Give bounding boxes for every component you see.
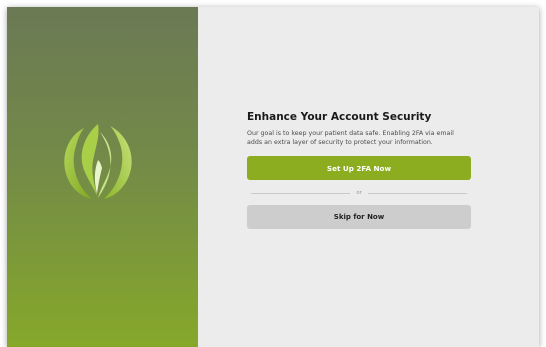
page-title: Enhance Your Account Security <box>247 111 432 123</box>
content-panel: Enhance Your Account Security Our goal i… <box>198 7 539 347</box>
skip-button[interactable]: Skip for Now <box>247 205 471 229</box>
security-card: Enhance Your Account Security Our goal i… <box>247 111 471 229</box>
divider-line-right <box>367 192 468 194</box>
setup-2fa-button[interactable]: Set Up 2FA Now <box>247 156 471 180</box>
brand-panel <box>7 7 198 347</box>
security-description: Our goal is to keep your patient data sa… <box>247 130 454 146</box>
leaf-flame-icon <box>64 124 132 199</box>
divider-line-left <box>251 192 351 194</box>
dialog-window: Enhance Your Account Security Our goal i… <box>7 7 539 347</box>
divider-text: or <box>356 190 362 196</box>
or-divider: or <box>251 188 468 198</box>
